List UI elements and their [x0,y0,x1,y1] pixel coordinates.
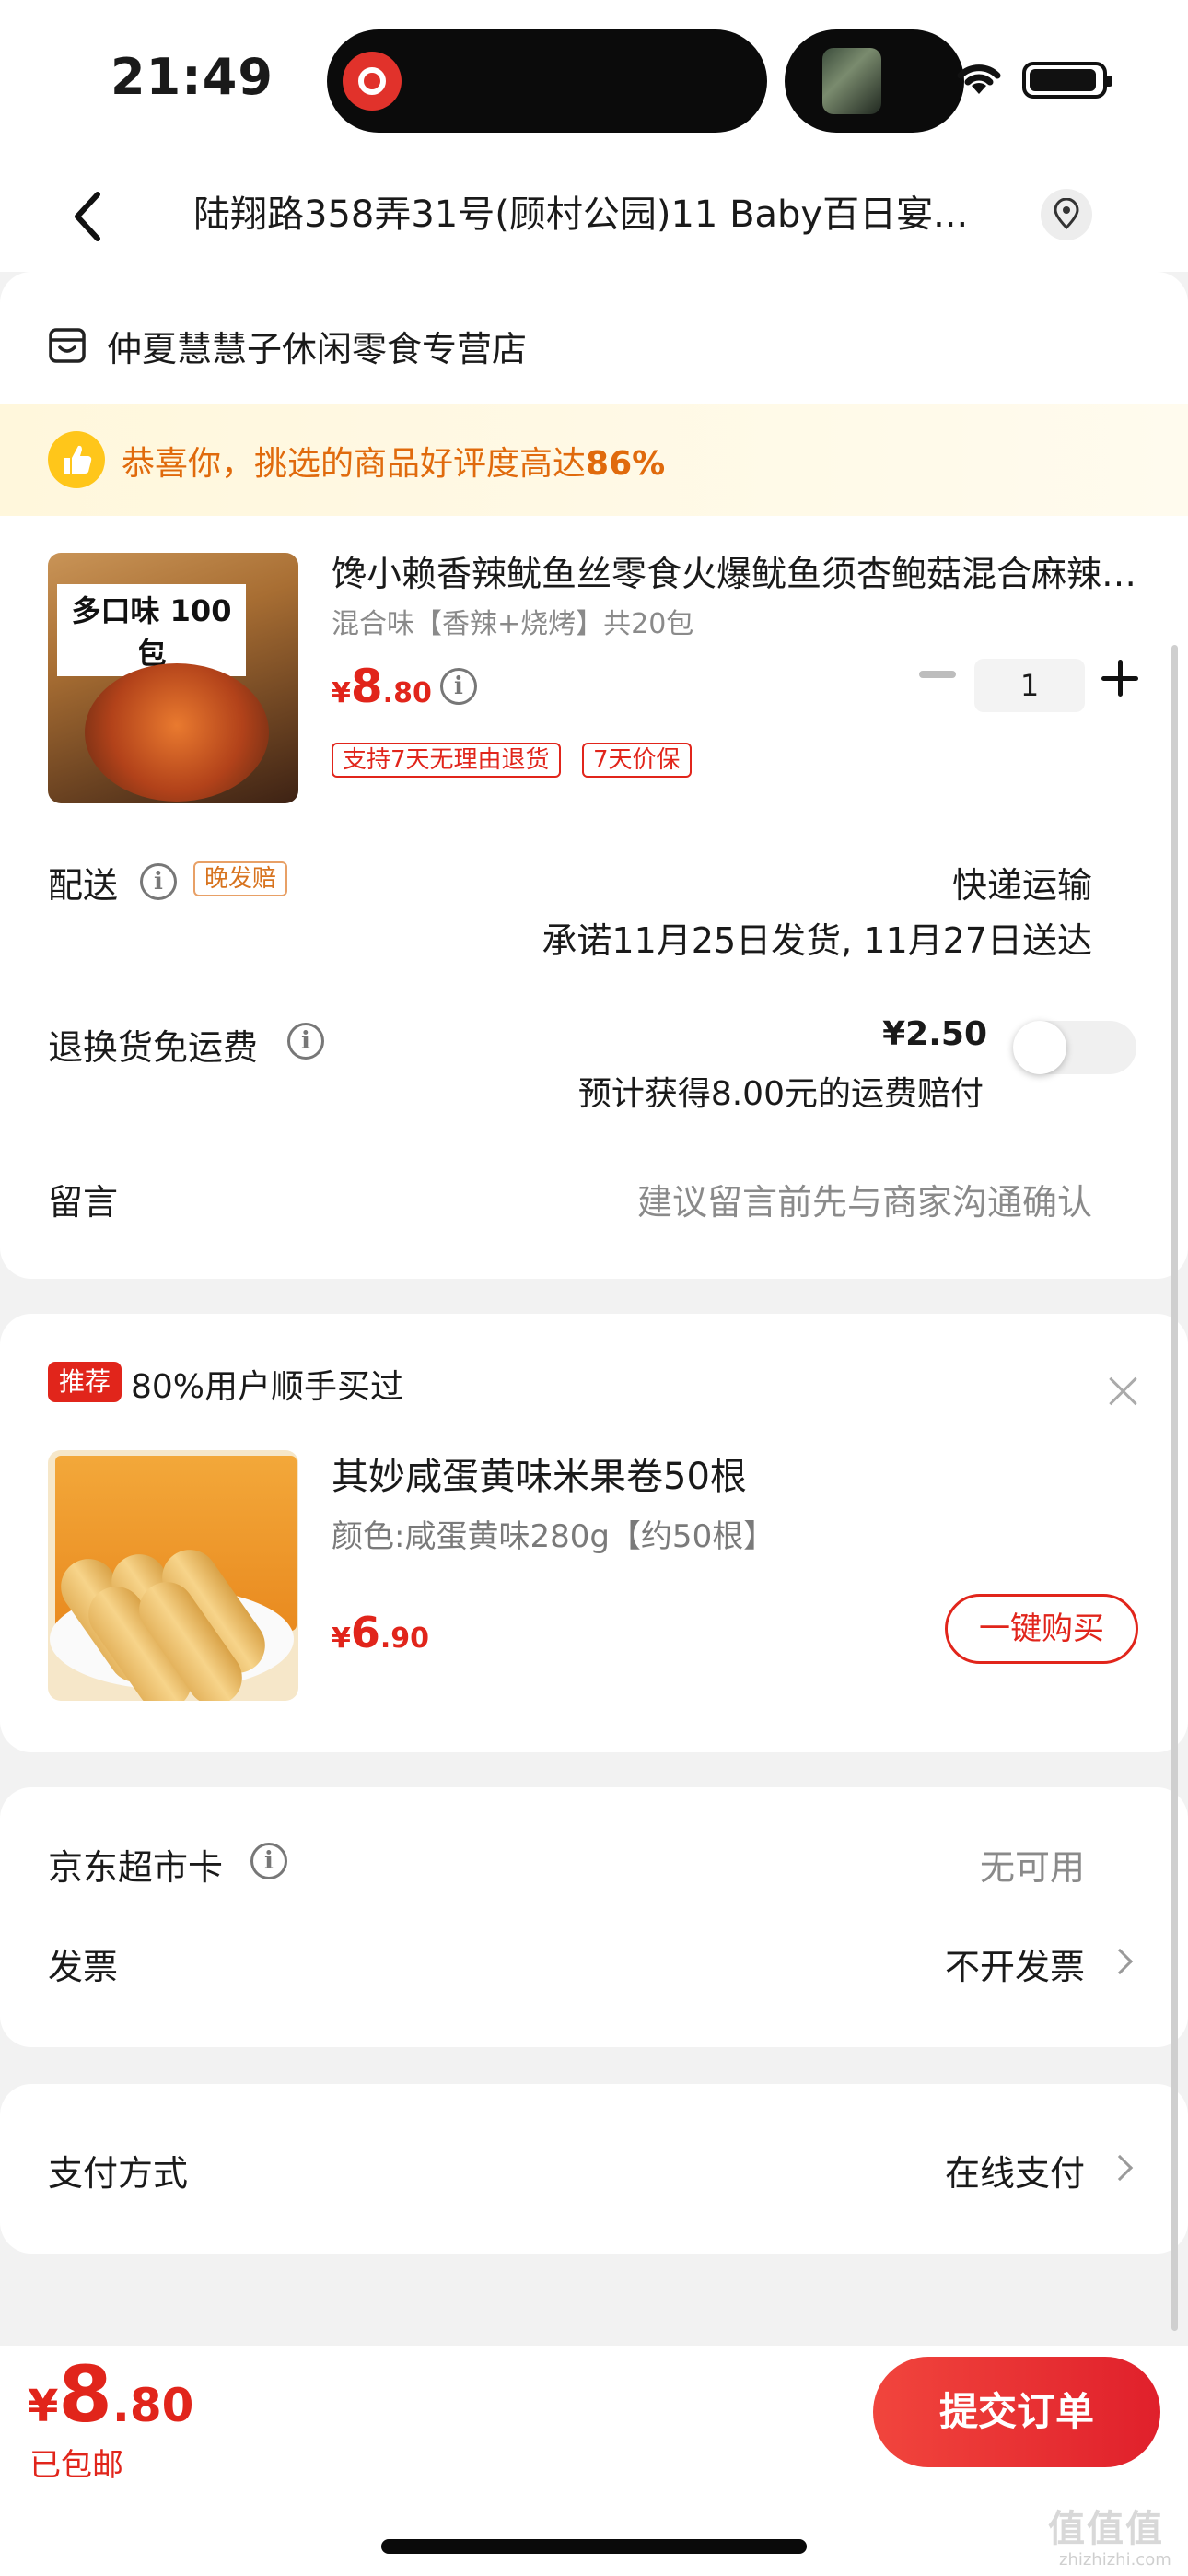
tag-price-protect: 7天价保 [582,743,692,778]
return-shipping-info-icon[interactable]: i [287,1023,324,1060]
return-shipping-note: 预计获得8.00元的运费赔付 [577,1075,984,1113]
scrollbar[interactable] [1171,645,1178,2331]
price-symbol: ¥ [332,677,351,709]
price-int: 6 [350,1608,380,1657]
product-image-sublabel: 香辣鱿鱼 一整箱 [61,641,210,664]
price-int: 8 [350,660,383,713]
product-image[interactable]: 多口味 100包 香辣鱿鱼 一整箱 [48,553,298,803]
message-label: 留言 [48,1182,119,1223]
header-bar: 陆翔路358弄31号(顾村公园)11 Baby百日宴... [0,161,1188,272]
price-info-icon[interactable]: i [440,668,477,705]
product-image-dish [85,663,269,802]
free-shipping-note: 已包邮 [29,2447,123,2484]
delivery-info-icon[interactable]: i [140,863,177,900]
status-bar: 21:49 [0,0,1188,161]
rating-banner: 恭喜你，挑选的商品好评度高达86% [0,404,1188,516]
jd-card-value[interactable]: 无可用 [980,1839,1085,1890]
recommend-title[interactable]: 其妙咸蛋黄味米果卷50根 [332,1446,747,1500]
return-shipping-price: ¥2.50 [882,1015,987,1053]
recommend-headline: 80%用户顺手买过 [131,1368,404,1406]
price-dec: .90 [379,1622,430,1655]
quantity-input[interactable]: 1 [974,659,1085,712]
close-icon[interactable] [1109,1376,1138,1406]
back-arrow-icon[interactable] [64,187,116,246]
price-dec: .80 [111,2379,194,2432]
store-name: 仲夏慧慧子休闲零食专营店 [107,328,528,369]
recommend-image[interactable] [48,1450,298,1701]
thumbs-up-icon [48,431,105,488]
return-shipping-label: 退换货免运费 [48,1027,259,1068]
store-row[interactable]: 仲夏慧慧子休闲零食专营店 [48,318,527,373]
watermark: 值值值 [1048,2508,1164,2550]
quantity-decrease-button[interactable] [919,671,956,678]
album-art-icon[interactable] [822,48,881,114]
price-int: 8 [58,2349,112,2440]
battery-icon [1022,62,1112,99]
delivery-method[interactable]: 快递运输 [952,857,1092,907]
message-input[interactable]: 建议留言前先与商家沟通确认 [637,1174,1092,1224]
jd-card-label: 京东超市卡 [48,1847,224,1888]
delivery-label: 配送 [48,865,119,906]
product-price: ¥8.80 [332,660,432,713]
price-symbol: ¥ [332,1622,351,1655]
delivery-address[interactable]: 陆翔路358弄31号(顾村公园)11 Baby百日宴... [193,187,1022,242]
product-spec[interactable]: 混合味【香辣+烧烤】共20包 [332,601,693,641]
total-price: ¥8.80 [28,2349,193,2440]
wifi-icon [957,64,1001,94]
one-click-buy-button[interactable]: 一键购买 [945,1594,1138,1664]
store-icon [49,328,86,363]
location-icon[interactable] [1041,189,1092,240]
invoice-label: 发票 [48,1947,119,1987]
product-title[interactable]: 馋小赖香辣鱿鱼丝零食火爆鱿鱼须杏鲍菇混合麻辣小吃 [332,545,1142,596]
submit-order-button[interactable]: 提交订单 [873,2357,1160,2467]
home-indicator[interactable] [381,2539,807,2554]
recommend-price: ¥6.90 [332,1608,429,1657]
rating-rate: 86% [586,445,666,483]
invoice-value[interactable]: 不开发票 [945,1938,1085,1989]
rating-text-prefix: 恭喜你，挑选的商品好评度高达 [122,445,587,483]
price-symbol: ¥ [28,2381,59,2432]
tag-return-policy: 支持7天无理由退货 [332,743,561,778]
recommend-badge: 推荐 [48,1362,122,1402]
late-compensation-badge[interactable]: 晚发赔 [193,861,288,896]
status-time: 21:49 [111,48,274,106]
return-shipping-toggle[interactable] [1013,1021,1136,1074]
music-app-icon[interactable] [343,52,402,111]
quantity-increase-button[interactable] [1101,660,1138,697]
jd-card-info-icon[interactable]: i [250,1843,287,1879]
payment-label: 支付方式 [48,2153,189,2194]
payment-value[interactable]: 在线支付 [945,2145,1085,2195]
rating-text: 恭喜你，挑选的商品好评度高达86% [122,437,665,485]
extras-card [0,1787,1188,2047]
price-dec: .80 [382,677,432,709]
delivery-promise: 承诺11月25日发货, 11月27日送达 [542,920,1092,961]
watermark-sub: zhizhizhi.com [1059,2550,1171,2570]
recommend-spec: 颜色:咸蛋黄味280g【约50根】 [332,1518,775,1555]
